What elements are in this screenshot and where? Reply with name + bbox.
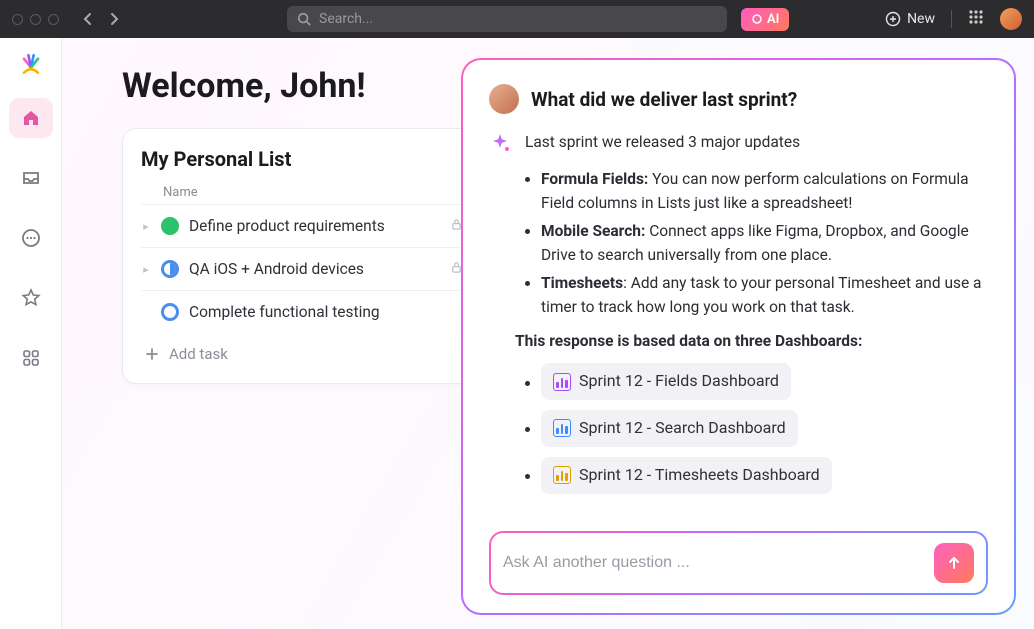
dashboard-source: Sprint 12 - Search Dashboard (541, 410, 988, 447)
task-row[interactable]: ▸ QA iOS + Android devices (141, 247, 463, 290)
dashboard-source: Sprint 12 - Timesheets Dashboard (541, 457, 988, 494)
nav-more[interactable] (9, 218, 53, 258)
ai-response: Last sprint we released 3 major updates … (489, 130, 988, 519)
maximize-window-icon[interactable] (48, 14, 59, 25)
search-placeholder: Search... (319, 11, 373, 27)
nav-home[interactable] (9, 98, 53, 138)
task-row[interactable]: ▸ Define product requirements (141, 204, 463, 247)
status-icon[interactable] (161, 260, 179, 278)
arrow-up-icon (946, 555, 962, 571)
plus-circle-icon (885, 11, 901, 27)
personal-list-panel: My Personal List Name ▸ Define product re… (122, 128, 482, 384)
question-avatar (489, 84, 519, 114)
ai-source-intro: This response is based data on three Das… (515, 329, 988, 353)
sparkle-icon (751, 13, 763, 25)
column-header-name: Name (141, 185, 463, 200)
inbox-icon (21, 168, 41, 188)
grid-icon (21, 348, 41, 368)
topbar: Search... AI New (0, 0, 1034, 38)
new-button[interactable]: New (885, 11, 935, 27)
user-avatar[interactable] (1000, 8, 1022, 30)
close-window-icon[interactable] (12, 14, 23, 25)
sidebar (0, 38, 62, 629)
ai-question: What did we deliver last sprint? (531, 88, 797, 111)
minimize-window-icon[interactable] (30, 14, 41, 25)
window-controls (12, 14, 59, 25)
expand-caret-icon[interactable]: ▸ (141, 263, 151, 276)
nav-inbox[interactable] (9, 158, 53, 198)
bar-chart-icon (553, 466, 571, 484)
apps-menu-button[interactable] (968, 9, 984, 29)
plus-icon (145, 347, 159, 361)
task-name: Complete functional testing (189, 303, 380, 321)
ai-summary: Last sprint we released 3 major updates (525, 130, 800, 161)
bar-chart-icon (553, 373, 571, 391)
ai-bullet: Mobile Search: Connect apps like Figma, … (541, 219, 988, 267)
ai-chip[interactable]: AI (741, 8, 789, 31)
task-row[interactable]: Complete functional testing (141, 290, 463, 333)
bar-chart-icon (553, 419, 571, 437)
dashboard-link[interactable]: Sprint 12 - Search Dashboard (541, 410, 798, 447)
more-circle-icon (21, 228, 41, 248)
nav-favorites[interactable] (9, 278, 53, 318)
nav-apps[interactable] (9, 338, 53, 378)
global-search[interactable]: Search... (287, 6, 727, 32)
send-button[interactable] (934, 543, 974, 583)
expand-caret-icon[interactable]: ▸ (141, 220, 151, 233)
dashboard-link[interactable]: Sprint 12 - Timesheets Dashboard (541, 457, 832, 494)
add-task-button[interactable]: Add task (141, 333, 463, 363)
panel-title: My Personal List (141, 147, 463, 171)
forward-button[interactable] (109, 12, 119, 26)
status-icon[interactable] (161, 217, 179, 235)
task-name: QA iOS + Android devices (189, 260, 364, 278)
star-icon (21, 288, 41, 308)
back-button[interactable] (83, 12, 93, 26)
ai-panel: What did we deliver last sprint? Last sp… (461, 58, 1016, 615)
ai-input[interactable] (503, 554, 924, 572)
ai-bullet: Timesheets: Add any task to your persona… (541, 271, 988, 319)
home-icon (21, 108, 41, 128)
sparkle-icon (489, 132, 513, 161)
dashboard-source: Sprint 12 - Fields Dashboard (541, 363, 988, 400)
task-name: Define product requirements (189, 217, 385, 235)
divider (951, 10, 952, 28)
dashboard-link[interactable]: Sprint 12 - Fields Dashboard (541, 363, 791, 400)
search-icon (297, 12, 311, 26)
ai-bullet: Formula Fields: You can now perform calc… (541, 167, 988, 215)
brand-logo-icon (17, 50, 45, 78)
status-icon[interactable] (161, 303, 179, 321)
ai-input-wrap (489, 531, 988, 595)
